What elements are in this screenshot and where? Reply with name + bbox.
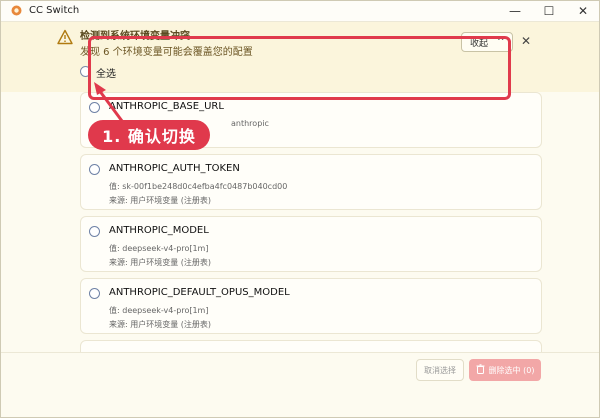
list-item: ANTHROPIC_DEFAULT_OPUS_MODEL 值: deepseek… — [80, 278, 542, 334]
variable-name: ANTHROPIC_BASE_URL — [109, 101, 224, 112]
variable-source: 来源: 用户环境变量 (注册表) — [109, 258, 212, 267]
variable-source: 来源: 用户环境变量 (注册表) — [109, 196, 212, 205]
app-icon — [10, 4, 23, 17]
variable-value: 值: deepseek-v4-pro[1m] — [109, 306, 209, 315]
delete-selected-button[interactable]: 删除选中 (0) — [469, 359, 541, 381]
close-window-button[interactable]: ✕ — [566, 0, 600, 22]
variable-value: anthropic — [231, 119, 269, 128]
trash-icon — [476, 364, 485, 376]
close-banner-button[interactable]: ✕ — [521, 34, 531, 48]
variable-checkbox[interactable] — [89, 288, 100, 299]
variable-source: 来源: 用户环境变量 (注册表) — [109, 320, 212, 329]
variable-name: ANTHROPIC_MODEL — [109, 225, 209, 236]
maximize-button[interactable]: ☐ — [532, 0, 566, 22]
title-bar: CC Switch — ☐ ✕ — [0, 0, 600, 22]
variable-value: 值: deepseek-v4-pro[1m] — [109, 244, 209, 253]
minimize-button[interactable]: — — [498, 0, 532, 22]
footer-bar: 取消选择 删除选中 (0) — [0, 352, 600, 408]
window-controls: — ☐ ✕ — [498, 0, 600, 22]
cancel-selection-button[interactable]: 取消选择 — [416, 359, 464, 381]
list-item: ANTHROPIC_MODEL 值: deepseek-v4-pro[1m] 来… — [80, 216, 542, 272]
variable-value: 值: sk-00f1be248d0c4efba4fc0487b040cd00 — [109, 182, 288, 191]
delete-selected-label: 删除选中 (0) — [488, 365, 535, 375]
variable-name: ANTHROPIC_DEFAULT_OPUS_MODEL — [109, 287, 290, 298]
warning-triangle-icon — [57, 29, 73, 45]
variable-checkbox[interactable] — [89, 164, 100, 175]
variable-checkbox[interactable] — [89, 226, 100, 237]
list-item: ANTHROPIC_AUTH_TOKEN 值: sk-00f1be248d0c4… — [80, 154, 542, 210]
variable-checkbox[interactable] — [89, 102, 100, 113]
highlight-box — [88, 36, 511, 100]
window-title: CC Switch — [29, 5, 80, 16]
variable-name: ANTHROPIC_AUTH_TOKEN — [109, 163, 240, 174]
callout-label: 1. 确认切换 — [88, 120, 210, 150]
